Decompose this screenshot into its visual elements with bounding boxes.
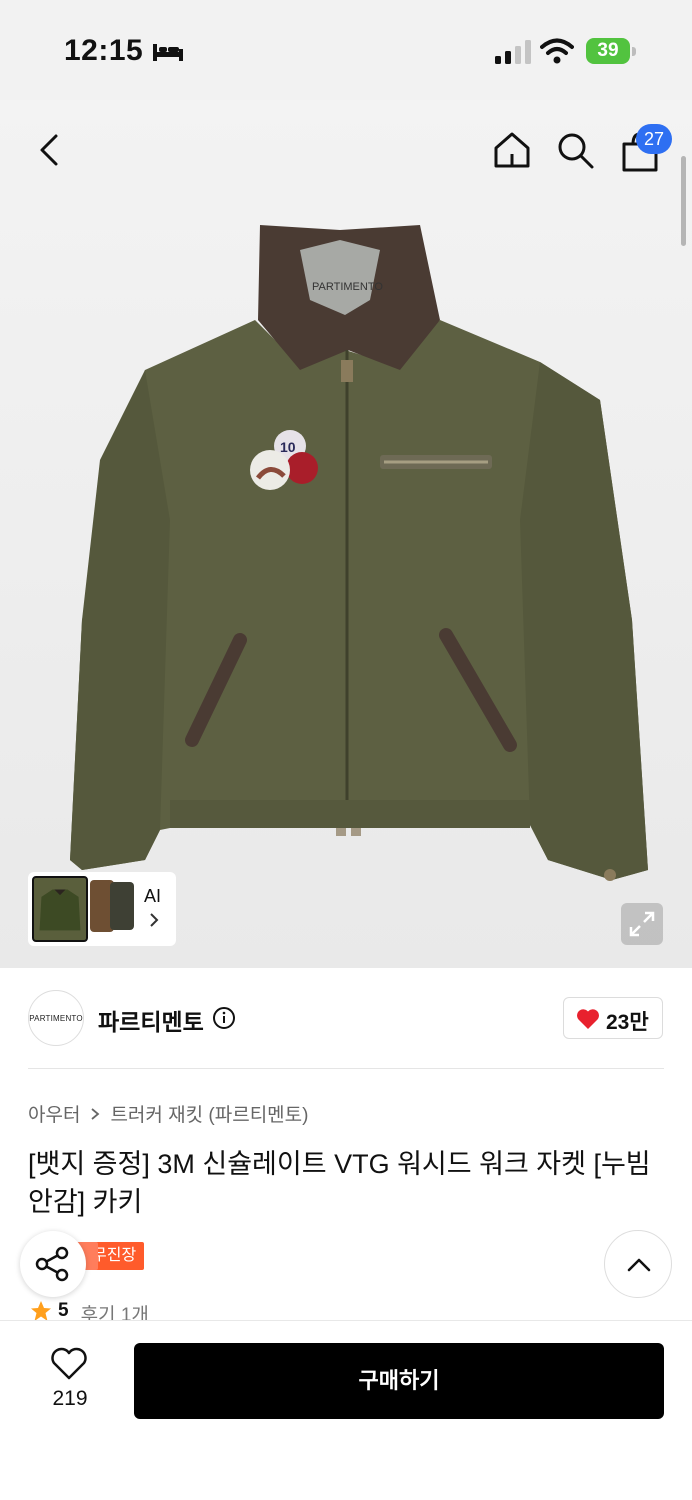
cellular-signal-icon <box>495 40 531 64</box>
wifi-icon <box>540 38 574 64</box>
product-title: [뱃지 증정] 3M 신슐레이트 VTG 워시드 워크 자켓 [누빔 안감] 카… <box>28 1149 651 1217</box>
svg-text:PARTIMENTO: PARTIMENTO <box>312 281 383 293</box>
status-time: 12:15 <box>64 34 144 67</box>
breadcrumb: 아우터 트러커 재킷 (파르티멘토) <box>28 1100 308 1127</box>
home-icon[interactable] <box>492 130 532 170</box>
share-icon <box>35 1246 69 1282</box>
rating-score: 5 <box>58 1300 69 1320</box>
brand-name[interactable]: 파르티멘토 <box>98 1003 204 1037</box>
breadcrumb-category[interactable]: 아우터 <box>28 1100 80 1127</box>
fullscreen-button[interactable] <box>621 903 663 945</box>
expand-icon <box>629 911 655 937</box>
scroll-indicator <box>681 156 686 246</box>
sleep-mode-icon <box>153 44 183 61</box>
status-bar: 12:15 39 <box>0 0 692 100</box>
search-icon[interactable] <box>555 130 595 170</box>
chevron-up-icon <box>627 1258 651 1272</box>
info-icon[interactable] <box>212 1006 236 1030</box>
buy-button[interactable]: 구매하기 <box>134 1343 664 1419</box>
review-count[interactable]: 후기 1개 <box>81 1300 149 1320</box>
battery-percent: 39 <box>597 40 619 61</box>
back-icon[interactable] <box>30 130 70 170</box>
svg-text:10: 10 <box>280 439 296 455</box>
product-image-gallery[interactable]: PARTIMENTO 10 27 AI <box>0 100 692 968</box>
share-button[interactable] <box>20 1231 86 1297</box>
thumbnail-charcoal[interactable] <box>110 882 134 930</box>
rating-summary[interactable]: 5 후기 1개 <box>30 1300 149 1320</box>
star-icon <box>31 1301 51 1320</box>
breadcrumb-subcategory[interactable]: 트러커 재킷 (파르티멘토) <box>110 1100 308 1127</box>
cart-count-badge: 27 <box>636 124 672 154</box>
ai-label[interactable]: AI <box>144 886 161 907</box>
wishlist-count: 219 <box>52 1387 88 1410</box>
chevron-right-icon <box>150 913 159 927</box>
brand-like-button[interactable]: 23만 <box>563 997 663 1039</box>
color-variant-thumbnails[interactable]: AI <box>28 872 176 946</box>
thumbnail-khaki[interactable] <box>32 876 88 942</box>
bottom-action-bar: 219 구매하기 <box>0 1320 692 1500</box>
brand-logo[interactable]: PARTIMENTO <box>28 990 84 1046</box>
brand-like-count: 23만 <box>606 1011 649 1034</box>
heart-outline-icon[interactable] <box>50 1347 88 1381</box>
scroll-to-top-button[interactable] <box>604 1230 672 1298</box>
divider <box>28 1068 664 1069</box>
heart-filled-icon <box>577 1009 599 1029</box>
chevron-right-icon <box>91 1107 100 1120</box>
battery-indicator: 39 <box>586 38 636 66</box>
product-image: PARTIMENTO 10 <box>70 225 648 881</box>
